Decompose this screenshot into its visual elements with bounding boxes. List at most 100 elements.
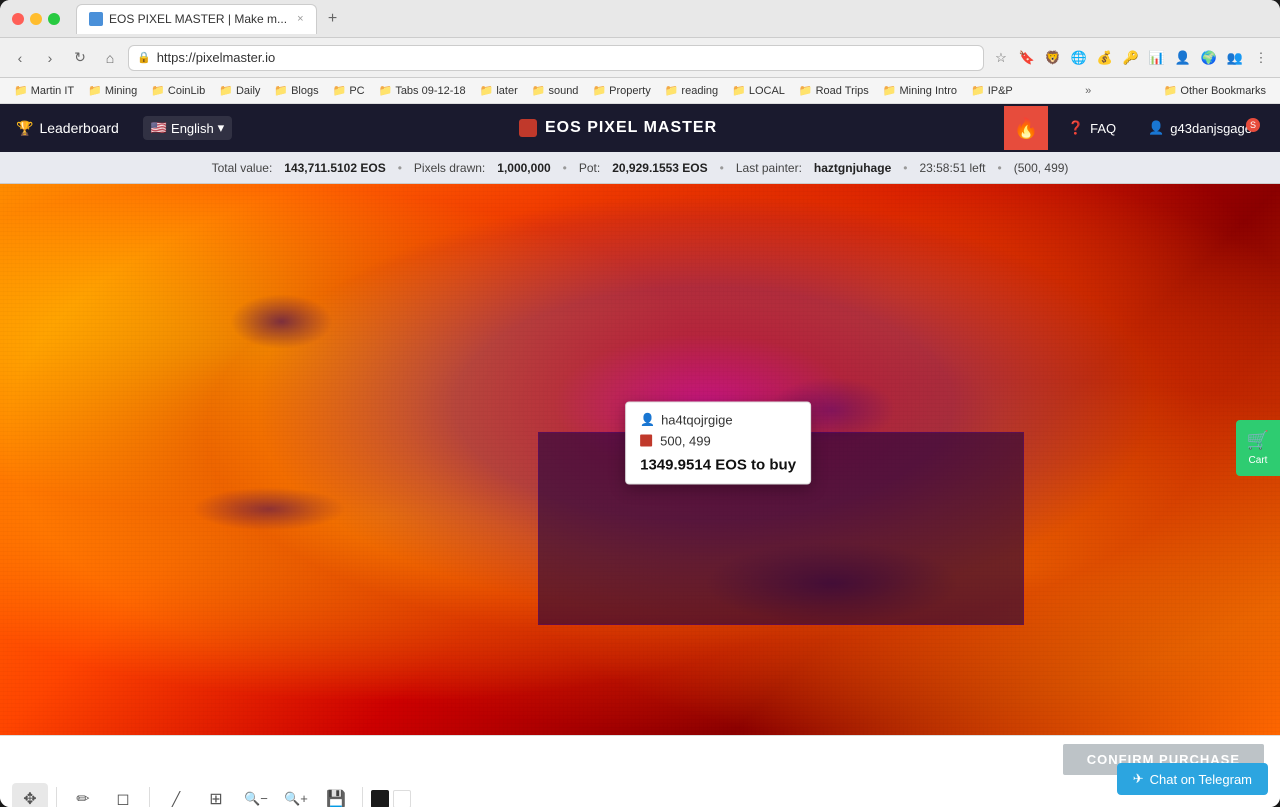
user-button[interactable]: 👤 g43danjsgage S (1136, 112, 1264, 144)
extension-icon-9[interactable]: 👥 (1224, 47, 1246, 69)
pixels-drawn-value: 1,000,000 (497, 161, 550, 175)
refresh-button[interactable]: ↻ (68, 46, 92, 70)
pot-value: 20,929.1553 EOS (612, 161, 707, 175)
bookmark-pc[interactable]: 📁 PC (327, 82, 371, 99)
extension-icon-4[interactable]: 💰 (1094, 47, 1116, 69)
leaderboard-button[interactable]: 🏆 Leaderboard (16, 120, 119, 137)
primary-color-swatch[interactable] (371, 790, 389, 807)
bookmark-local[interactable]: 📁 LOCAL (726, 82, 791, 99)
fire-button[interactable]: 🔥 (1004, 106, 1048, 150)
purple-patch-2 (192, 487, 346, 531)
zoom-in-button[interactable]: 🔍+ (278, 783, 314, 807)
bookmark-road-trips[interactable]: 📁 Road Trips (793, 82, 875, 99)
bookmark-martin-it[interactable]: 📁 Martin IT (8, 82, 80, 99)
user-badge: S (1246, 118, 1260, 132)
folder-icon: 📁 (151, 84, 165, 97)
bottom-toolbar: CONFIRM PURCHASE ✥ ✏ ◻ ╱ ⊞ 🔍− (0, 735, 1280, 807)
save-icon: 💾 (326, 789, 346, 807)
active-tab[interactable]: EOS PIXEL MASTER | Make m... × (76, 4, 317, 34)
draw-icon: ✏ (76, 789, 89, 807)
tooltip-coords-row: 500, 499 (640, 433, 796, 448)
tooltip-username: ha4tqojrgige (661, 412, 733, 427)
folder-icon: 📁 (274, 84, 288, 97)
pixels-drawn-label: Pixels drawn: (414, 161, 485, 175)
bookmark-sound[interactable]: 📁 sound (526, 82, 585, 99)
bookmark-label: Martin IT (31, 85, 74, 97)
erase-tool-button[interactable]: ◻ (105, 783, 141, 807)
tab-favicon (89, 12, 103, 26)
extension-icon-6[interactable]: 📊 (1146, 47, 1168, 69)
folder-icon: 📁 (732, 84, 746, 97)
bookmark-coinlib[interactable]: 📁 CoinLib (145, 82, 211, 99)
zoom-out-icon: 🔍− (244, 791, 268, 807)
extension-icon-8[interactable]: 🌍 (1198, 47, 1220, 69)
bookmark-tabs[interactable]: 📁 Tabs 09-12-18 (373, 82, 472, 99)
extension-icon-5[interactable]: 🔑 (1120, 47, 1142, 69)
bookmark-property[interactable]: 📁 Property (586, 82, 656, 99)
draw-tool-button[interactable]: ✏ (65, 783, 101, 807)
faq-button[interactable]: ❓ FAQ (1052, 112, 1132, 144)
language-selector[interactable]: 🇺🇸 English ▾ (143, 116, 232, 140)
cart-label: Cart (1249, 455, 1268, 466)
grid-tool-button[interactable]: ⊞ (198, 783, 234, 807)
question-icon: ❓ (1068, 120, 1084, 136)
bookmark-other[interactable]: 📁 Other Bookmarks (1158, 82, 1272, 99)
user-icon: 👤 (1148, 120, 1164, 136)
tool-separator-3 (362, 787, 363, 807)
folder-icon: 📁 (333, 84, 347, 97)
close-button[interactable] (12, 13, 24, 25)
maximize-button[interactable] (48, 13, 60, 25)
stats-bar: Total value: 143,711.5102 EOS • Pixels d… (0, 152, 1280, 184)
bookmark-mining-intro[interactable]: 📁 Mining Intro (877, 82, 963, 99)
picker-tool-button[interactable]: ╱ (158, 783, 194, 807)
tooltip-price: 1349.9514 EOS to buy (640, 456, 796, 473)
extension-icon-2[interactable]: 🦁 (1042, 47, 1064, 69)
save-button[interactable]: 💾 (318, 783, 354, 807)
bookmark-label: IP&P (988, 85, 1013, 97)
flag-icon: 🇺🇸 (151, 120, 167, 136)
extension-icon-3[interactable]: 🌐 (1068, 47, 1090, 69)
move-tool-button[interactable]: ✥ (12, 783, 48, 807)
home-button[interactable]: ⌂ (98, 46, 122, 70)
nav-icons: ☆ 🔖 🦁 🌐 💰 🔑 📊 👤 🌍 👥 ⋮ (990, 47, 1272, 69)
tooltip-user-icon: 👤 (640, 413, 655, 427)
bookmark-reading[interactable]: 📁 reading (659, 82, 724, 99)
zoom-in-icon: 🔍+ (284, 791, 308, 807)
app-logo (519, 119, 537, 137)
extension-icon-1[interactable]: 🔖 (1016, 47, 1038, 69)
bookmark-label: Mining (105, 85, 137, 97)
titlebar: EOS PIXEL MASTER | Make m... × + (0, 0, 1280, 38)
bookmark-later[interactable]: 📁 later (474, 82, 524, 99)
trophy-icon: 🏆 (16, 120, 33, 137)
cart-button[interactable]: 🛒 Cart (1236, 420, 1280, 476)
bookmark-label: Property (609, 85, 651, 97)
bookmark-blogs[interactable]: 📁 Blogs (268, 82, 324, 99)
tab-bar: EOS PIXEL MASTER | Make m... × + (76, 4, 345, 34)
new-tab-button[interactable]: + (321, 7, 345, 31)
star-icon[interactable]: ☆ (990, 47, 1012, 69)
telegram-button[interactable]: ✈ Chat on Telegram (1117, 763, 1268, 795)
folder-icon: 📁 (799, 84, 813, 97)
forward-button[interactable]: › (38, 46, 62, 70)
more-options-icon[interactable]: ⋮ (1250, 47, 1272, 69)
picker-icon: ╱ (172, 791, 180, 807)
bookmark-ipp[interactable]: 📁 IP&P (965, 82, 1019, 99)
bookmark-label: reading (681, 85, 718, 97)
folder-icon: 📁 (219, 84, 233, 97)
minimize-button[interactable] (30, 13, 42, 25)
secondary-color-swatch[interactable] (393, 790, 411, 807)
confirm-row: CONFIRM PURCHASE (0, 736, 1280, 779)
username-label: g43danjsgage (1170, 121, 1252, 136)
pixel-canvas-area[interactable]: 👤 ha4tqojrgige 500, 499 1349.9514 EOS to… (0, 184, 1280, 735)
zoom-out-button[interactable]: 🔍− (238, 783, 274, 807)
tool-separator-2 (149, 787, 150, 807)
tab-close-icon[interactable]: × (297, 13, 303, 25)
bookmark-daily[interactable]: 📁 Daily (213, 82, 266, 99)
extension-icon-7[interactable]: 👤 (1172, 47, 1194, 69)
bookmarks-more-button[interactable]: » (1081, 83, 1095, 99)
bookmark-mining[interactable]: 📁 Mining (82, 82, 143, 99)
address-bar[interactable]: 🔒 https://pixelmaster.io (128, 45, 984, 71)
back-button[interactable]: ‹ (8, 46, 32, 70)
coords-display: (500, 499) (1014, 161, 1069, 175)
bookmark-label: Tabs 09-12-18 (395, 85, 465, 97)
